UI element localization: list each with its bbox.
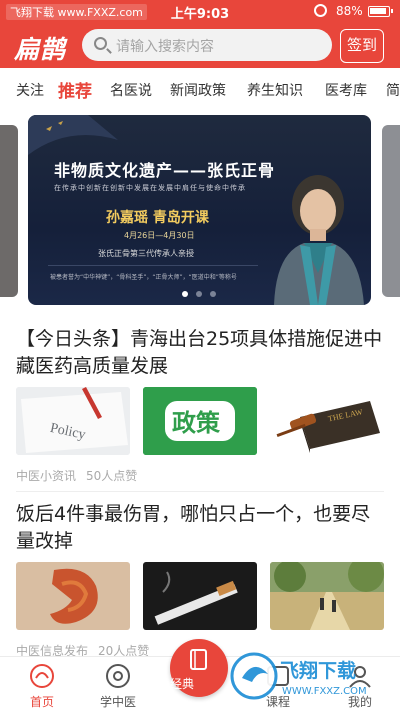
nav-home[interactable]: 首页 [12, 657, 72, 710]
banner-date: 4月26日—4月30日 [124, 231, 195, 240]
search-placeholder: 请输入搜索内容 [116, 39, 214, 55]
search-bar[interactable]: 请输入搜索内容 [82, 29, 332, 61]
article-title[interactable]: 【今日头条】青海出台25项具体措施促进中藏医药高质量发展 [16, 326, 386, 380]
nav-learn-label: 学中医 [99, 695, 136, 709]
nav-classic[interactable]: 经典 [170, 639, 228, 697]
instructor-portrait [274, 175, 364, 305]
article-thumbnail[interactable] [270, 562, 384, 630]
article-thumbnail[interactable]: THE LAW [270, 387, 384, 455]
watermark-url: WWW.FXXZ.COM [282, 686, 367, 697]
watermark-text: 飞翔下载 [280, 659, 356, 682]
tab-follow[interactable]: 关注 [16, 80, 44, 100]
tab-famous-doctors[interactable]: 名医说 [110, 80, 152, 100]
prev-banner-card[interactable] [0, 125, 18, 297]
carousel-dot[interactable] [182, 291, 188, 297]
article-thumbnail[interactable]: 政策 [143, 387, 257, 455]
learn-icon [106, 664, 130, 688]
banner-carousel[interactable]: 非物质文化遗产——张氏正骨 在传承中创新在创新中发展在发展中肩任与使命中传承 孙… [0, 115, 400, 310]
next-banner-card[interactable] [382, 125, 400, 297]
tab-health-knowledge[interactable]: 养生知识 [247, 80, 303, 100]
nav-learn[interactable]: 学中医 [88, 657, 148, 710]
article-source: 中医小资讯 [16, 469, 77, 483]
tab-more[interactable]: 简 [386, 80, 400, 100]
app-header: 扁鹊 请输入搜索内容 签到 [0, 22, 400, 68]
app-logo: 扁鹊 [14, 35, 67, 64]
orientation-lock-icon [314, 4, 327, 17]
search-icon [94, 37, 107, 50]
article-thumbnail[interactable] [16, 562, 130, 630]
signin-button[interactable]: 签到 [340, 29, 384, 63]
thumb-text-policy-cn: 政策 [172, 409, 221, 437]
article-title[interactable]: 饭后4件事最伤胃，哪怕只占一个，也要尽量改掉 [16, 501, 386, 555]
banner-slide[interactable]: 非物质文化遗产——张氏正骨 在传承中创新在创新中发展在发展中肩任与使命中传承 孙… [28, 115, 371, 305]
nav-home-label: 首页 [29, 695, 54, 709]
carousel-dot[interactable] [210, 291, 216, 297]
article-likes: 50人点赞 [86, 469, 138, 483]
banner-title: 非物质文化遗产——张氏正骨 [54, 161, 276, 180]
status-bar: 飞翔下载 www.FXXZ.com 上午9:03 88% [0, 0, 400, 22]
article-thumbnail[interactable] [143, 562, 257, 630]
battery-percentage: 88% [336, 4, 363, 18]
banner-slogan: 在传承中创新在创新中发展在发展中肩任与使命中传承 [54, 184, 246, 192]
article-divider [16, 491, 384, 492]
home-icon [30, 664, 54, 688]
category-tabs: 关注 推荐 名医说 新闻政策 养生知识 医考库 简 [0, 68, 400, 110]
article-meta: 中医小资讯 50人点赞 [16, 467, 147, 484]
banner-subtitle: 张氏正骨第三代传承人亲授 [98, 249, 194, 258]
tab-news-policy[interactable]: 新闻政策 [170, 80, 226, 100]
article-thumbnail[interactable]: Policy [16, 387, 130, 455]
carousel-dot[interactable] [196, 291, 202, 297]
battery-icon [368, 6, 393, 17]
banner-speaker: 孙嘉瑶 青岛开课 [106, 210, 209, 226]
tab-recommend[interactable]: 推荐 [58, 77, 92, 102]
watermark: 飞翔下载 WWW.FXXZ.COM [228, 648, 388, 704]
classic-book-icon [190, 649, 207, 670]
tab-exam-bank[interactable]: 医考库 [325, 80, 367, 100]
nav-classic-label: 经典 [170, 677, 195, 691]
banner-footnote: 被患者誉为“中华神键”，“骨科圣手”，“正骨大师”，“医道中和”等称号 [50, 274, 237, 281]
